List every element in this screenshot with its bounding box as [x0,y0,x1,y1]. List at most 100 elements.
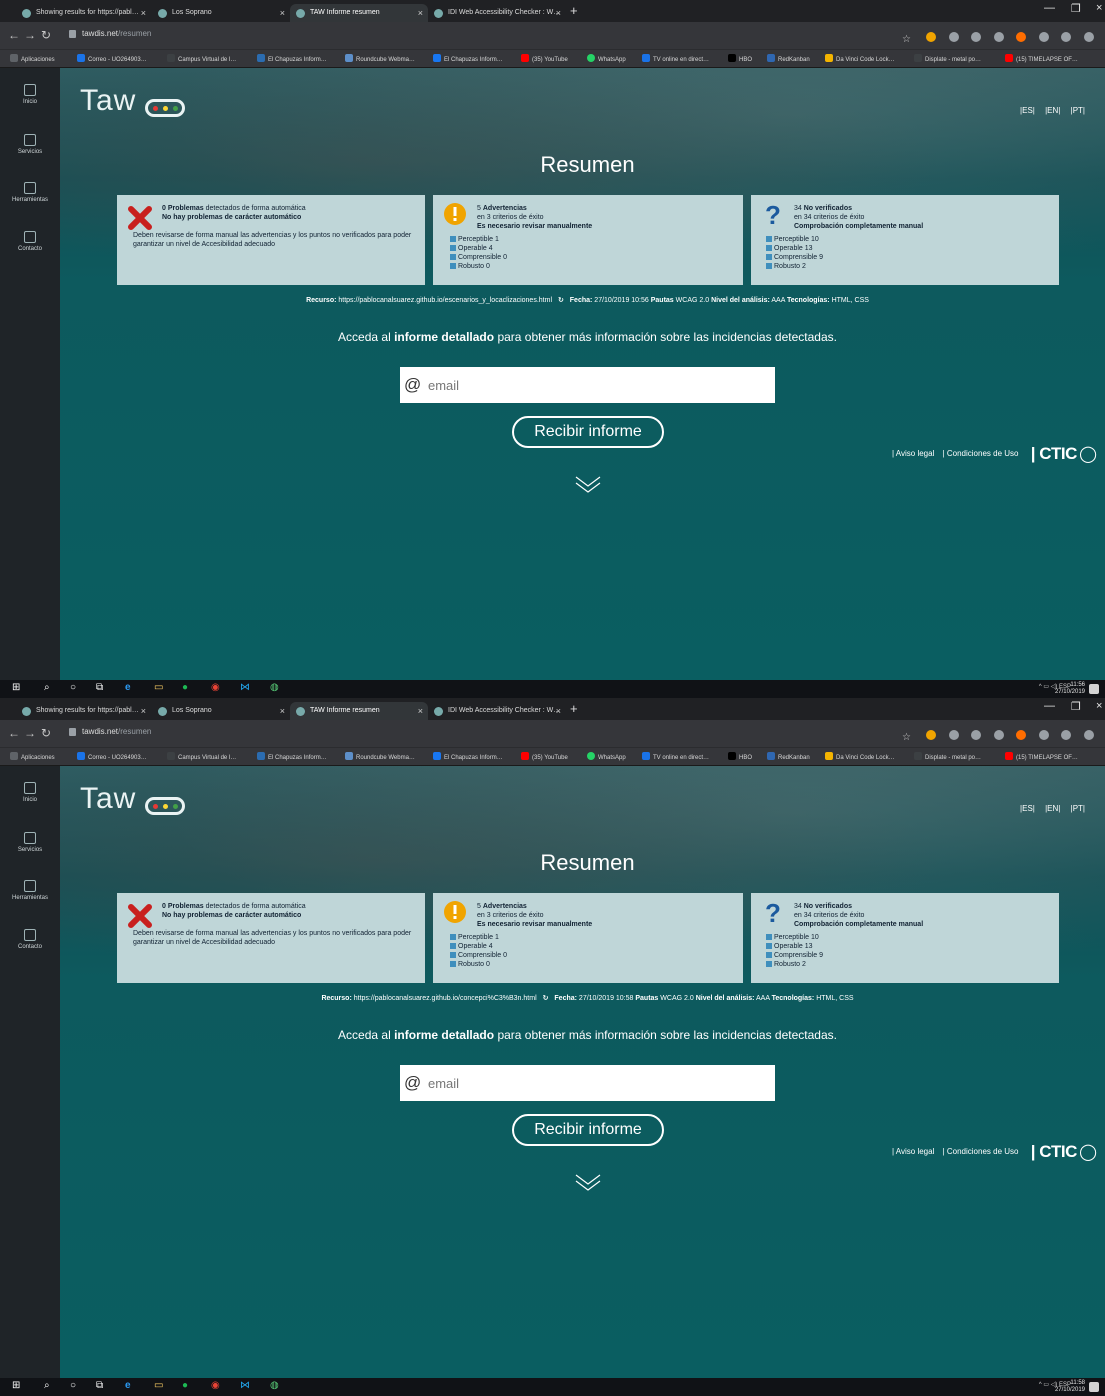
email-field[interactable]: @ [400,1065,775,1101]
extension-icon[interactable] [1061,32,1072,42]
bookmark-item[interactable]: (35) YouTube [521,752,568,761]
bookmark-item[interactable]: (15) TIMELAPSE OF… [1005,752,1078,761]
bookmark-item[interactable]: RedKanban [767,54,810,63]
browser-tab[interactable]: Los Soprano × [152,702,290,720]
receive-report-button[interactable]: Recibir informe [512,416,664,448]
browser-tab-active[interactable]: TAW Informe resumen × [290,4,428,22]
back-icon[interactable]: ← [8,28,20,42]
windows-start-icon[interactable]: ⊞ [12,1380,20,1391]
new-tab-icon[interactable]: + [570,3,578,18]
legal-notice-link[interactable]: | Aviso legal [892,1147,934,1156]
list-item[interactable]: Operable 13 [766,942,823,951]
star-icon[interactable]: ☆ [902,34,914,45]
browser-tab[interactable]: IDI Web Accessibility Checker : W… × [428,702,566,720]
bookmark-item[interactable]: Aplicaciones [10,752,55,761]
bookmark-item[interactable]: Da Vinci Code Lock… [825,54,895,63]
lang-es-link[interactable]: |ES| [1020,106,1035,115]
window-close-icon[interactable]: × [1096,2,1102,14]
list-item[interactable]: Comprensible 9 [766,253,823,262]
bookmark-item[interactable]: TV online en direct… [642,752,709,761]
ctic-logo[interactable]: | CTIC [1031,444,1078,463]
list-item[interactable]: Robusto 2 [766,262,823,271]
close-tab-icon[interactable]: × [556,706,561,716]
bookmark-item[interactable]: Campus Virtual de l… [167,752,236,761]
scroll-down-chevron-icon[interactable] [575,474,601,494]
refresh-icon[interactable]: ↻ [543,995,549,1002]
close-tab-icon[interactable]: × [418,706,423,716]
close-tab-icon[interactable]: × [141,706,146,716]
vscode-icon[interactable]: ⋈ [240,1380,250,1391]
back-icon[interactable]: ← [8,726,20,740]
sidebar-item-contacto[interactable]: Contacto [0,231,60,252]
email-input[interactable] [428,371,768,399]
taw-logo[interactable]: Taw [80,84,136,118]
sidebar-item-servicios[interactable]: Servicios [0,832,60,853]
bookmark-item[interactable]: El Chapuzas Inform… [257,752,327,761]
scroll-down-chevron-icon[interactable] [575,1172,601,1192]
chrome-icon[interactable]: ◉ [211,682,220,693]
bookmark-item[interactable]: El Chapuzas Inform… [257,54,327,63]
browser-tab[interactable]: Los Soprano × [152,4,290,22]
list-item[interactable]: Perceptible 10 [766,235,823,244]
bookmark-item[interactable]: Roundcube Webma… [345,54,415,63]
extension-icon[interactable] [948,730,959,740]
vscode-icon[interactable]: ⋈ [240,682,250,693]
address-bar[interactable]: tawdis.net/resumen [82,29,151,38]
lang-pt-link[interactable]: |PT| [1071,804,1085,813]
app-icon[interactable]: ◍ [270,1380,279,1391]
browser-tab[interactable]: Showing results for https://pabl… × [16,4,151,22]
email-input[interactable] [428,1069,768,1097]
search-icon[interactable]: ⌕ [44,682,50,693]
list-item[interactable]: Operable 4 [450,942,507,951]
list-item[interactable]: Perceptible 1 [450,933,507,942]
legal-notice-link[interactable]: | Aviso legal [892,449,934,458]
resource-url[interactable]: https://pablocanalsuarez.github.io/escen… [338,297,552,304]
bookmark-item[interactable]: Displate - metal po… [914,54,981,63]
extension-icon[interactable] [993,32,1004,42]
extension-icon[interactable] [971,730,982,740]
bookmark-item[interactable]: Aplicaciones [10,54,55,63]
browser-tab[interactable]: IDI Web Accessibility Checker : W… × [428,4,566,22]
maximize-icon[interactable]: ❐ [1071,700,1081,713]
bookmark-item[interactable]: HBO [728,752,752,761]
lang-es-link[interactable]: |ES| [1020,804,1035,813]
bookmark-item[interactable]: Campus Virtual de l… [167,54,236,63]
extension-icon[interactable] [1038,32,1049,42]
lang-pt-link[interactable]: |PT| [1071,106,1085,115]
close-tab-icon[interactable]: × [280,8,285,18]
minimize-icon[interactable]: — [1044,2,1055,14]
reload-icon[interactable]: ↻ [41,726,51,740]
terms-of-use-link[interactable]: | Condiciones de Uso [943,1147,1019,1156]
app-icon[interactable]: ◍ [270,682,279,693]
bookmark-item[interactable]: RedKanban [767,752,810,761]
extension-icon[interactable] [926,730,937,740]
forward-icon[interactable]: → [24,726,36,740]
email-field[interactable]: @ [400,367,775,403]
extension-icon[interactable] [1016,730,1027,740]
list-item[interactable]: Operable 4 [450,244,507,253]
browser-tab-active[interactable]: TAW Informe resumen × [290,702,428,720]
extension-icon[interactable] [1083,32,1094,42]
sidebar-item-servicios[interactable]: Servicios [0,134,60,155]
file-explorer-icon[interactable]: ▭ [154,682,163,693]
bookmark-item[interactable]: (15) TIMELAPSE OF… [1005,54,1078,63]
bookmark-item[interactable]: El Chapuzas Inform… [433,54,503,63]
refresh-icon[interactable]: ↻ [558,297,564,304]
list-item[interactable]: Robusto 2 [766,960,823,969]
cortana-icon[interactable]: ○ [70,682,76,693]
list-item[interactable]: Comprensible 9 [766,951,823,960]
lang-en-link[interactable]: |EN| [1045,106,1060,115]
extension-icon[interactable] [926,32,937,42]
receive-report-button[interactable]: Recibir informe [512,1114,664,1146]
notifications-icon[interactable] [1089,684,1099,694]
bookmark-item[interactable]: Correo - UO264903… [77,54,147,63]
close-tab-icon[interactable]: × [556,8,561,18]
taw-logo[interactable]: Taw [80,782,136,816]
minimize-icon[interactable]: — [1044,700,1055,712]
bookmark-item[interactable]: WhatsApp [587,54,626,63]
spotify-icon[interactable]: ● [182,1380,188,1391]
star-icon[interactable]: ☆ [902,732,914,743]
bookmark-item[interactable]: Roundcube Webma… [345,752,415,761]
close-tab-icon[interactable]: × [418,8,423,18]
list-item[interactable]: Robusto 0 [450,960,507,969]
